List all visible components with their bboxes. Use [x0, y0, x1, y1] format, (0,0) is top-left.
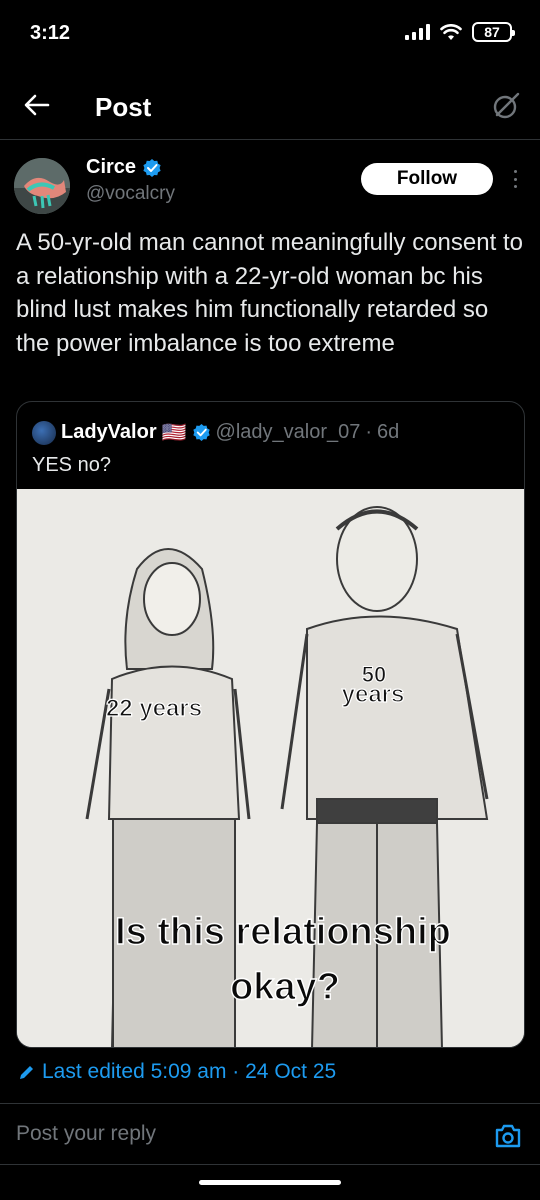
- battery-icon: 87: [472, 22, 515, 42]
- quoted-author-name[interactable]: LadyValor: [61, 421, 157, 444]
- reply-bar: [0, 1103, 540, 1165]
- author-name[interactable]: Circe: [86, 156, 136, 179]
- quoted-tweet[interactable]: LadyValor 🇺🇸 @lady_valor_07 · 6d YES no?: [16, 401, 525, 1048]
- page-title: Post: [95, 92, 152, 122]
- battery-level: 87: [484, 24, 500, 40]
- wifi-icon: [440, 23, 462, 40]
- home-indicator[interactable]: [199, 1180, 341, 1185]
- reply-input[interactable]: [16, 1122, 456, 1146]
- verified-badge-icon: [192, 423, 210, 442]
- quoted-tweet-age: 6d: [377, 421, 400, 443]
- status-icons: 87: [405, 22, 515, 42]
- author-handle[interactable]: @vocalcry: [86, 183, 175, 205]
- avatar[interactable]: [14, 158, 70, 214]
- age-label-right-word: years: [342, 681, 405, 708]
- last-edited-text: Last edited 5:09 am · 24 Oct 25: [42, 1060, 337, 1083]
- age-label-left: 22 years: [106, 695, 202, 722]
- status-bar: 3:12 87: [0, 0, 540, 66]
- quoted-tweet-text: YES no?: [32, 454, 111, 476]
- tweet-text: A 50-yr-old man cannot meaningfully cons…: [16, 229, 523, 357]
- tweet-author[interactable]: Circe @vocalcry: [86, 156, 175, 205]
- separator-dot: ·: [365, 421, 373, 443]
- verified-badge-icon: [143, 158, 161, 177]
- quoted-tweet-image[interactable]: 22 years 50 years Is this relationship o…: [17, 489, 524, 1047]
- us-flag-icon: 🇺🇸: [161, 422, 187, 444]
- top-nav-bar: Post: [0, 70, 540, 140]
- arrow-left-icon[interactable]: [22, 90, 52, 120]
- status-time: 3:12: [30, 22, 71, 44]
- quoted-tweet-header: LadyValor 🇺🇸 @lady_valor_07 · 6d: [32, 420, 399, 445]
- follow-button[interactable]: Follow: [361, 163, 493, 195]
- camera-icon[interactable]: [494, 1123, 522, 1149]
- pencil-icon: [20, 1066, 33, 1079]
- image-caption-line-1: Is this relationship: [115, 911, 451, 953]
- sketch-illustration: 22 years 50 years Is this relationship o…: [17, 489, 524, 1047]
- grok-icon[interactable]: [492, 92, 520, 120]
- cellular-signal-icon: [405, 24, 430, 40]
- more-options-icon[interactable]: [508, 166, 522, 192]
- last-edited[interactable]: Last edited 5:09 am · 24 Oct 25: [18, 1060, 336, 1084]
- quoted-author-avatar[interactable]: [32, 420, 56, 445]
- quoted-author-handle[interactable]: @lady_valor_07: [216, 421, 361, 444]
- image-caption-line-2: okay?: [230, 966, 340, 1008]
